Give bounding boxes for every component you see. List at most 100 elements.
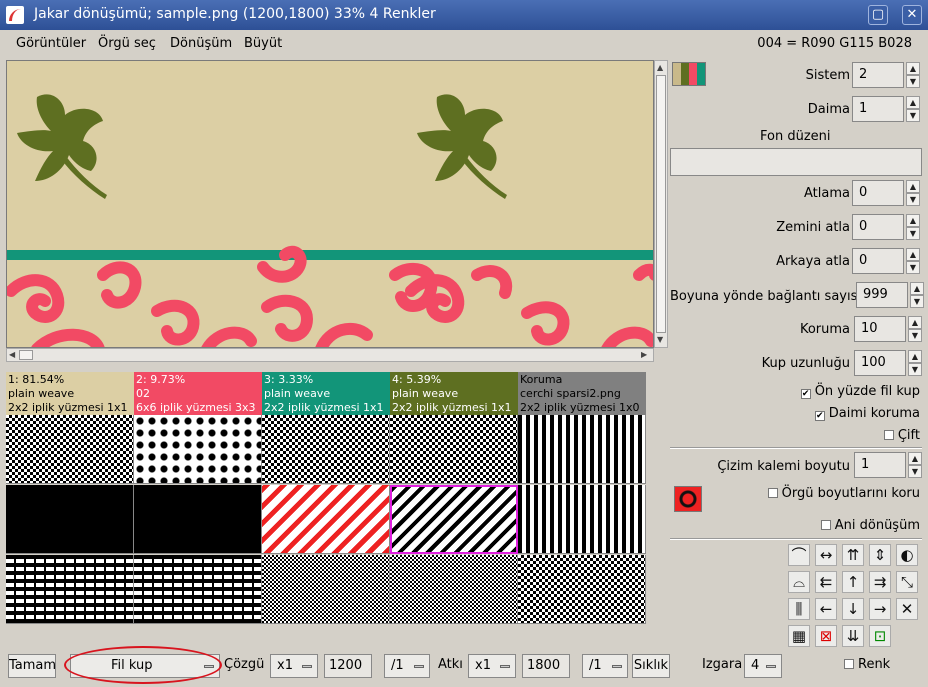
menu-orgu-sec[interactable]: Örgü seç: [98, 36, 156, 51]
weave-pattern-cell[interactable]: [6, 415, 134, 484]
weave-column-header[interactable]: Koruma cerchi sparsi2.png 2x2 iplik yüzm…: [518, 372, 646, 415]
menu-goruntuler[interactable]: Görüntüler: [16, 36, 86, 51]
spin-up-icon[interactable]: ▲: [910, 282, 924, 295]
atki-div-dropdown[interactable]: /1: [582, 654, 628, 678]
spin-down-icon[interactable]: ▼: [908, 465, 922, 478]
weave-pattern-cell[interactable]: [390, 485, 518, 554]
spin-down-icon[interactable]: ▼: [906, 109, 920, 122]
weave-pattern-cell[interactable]: [134, 485, 262, 554]
weave-column-header[interactable]: 4: 5.39% plain weave 2x2 iplik yüzmesi 1…: [390, 372, 518, 415]
cift-checkbox[interactable]: Çift: [883, 428, 920, 443]
red-cursor-icon[interactable]: ⊠: [815, 625, 837, 647]
expand-vertical-icon[interactable]: ⇕: [869, 544, 891, 566]
izgara-dropdown[interactable]: 4: [744, 654, 782, 678]
weave-pattern-cell[interactable]: [262, 415, 390, 484]
koruma-field[interactable]: 10: [854, 316, 906, 342]
spin-down-icon[interactable]: ▼: [908, 329, 922, 342]
checkbox-icon[interactable]: [767, 488, 778, 498]
down-arrow-icon[interactable]: ↓: [842, 598, 864, 620]
double-up-icon[interactable]: ⇈: [842, 544, 864, 566]
weave-column-header[interactable]: 2: 9.73% 02 6x6 iplik yüzmesi 3x3: [134, 372, 262, 415]
atki-mult-dropdown[interactable]: x1: [468, 654, 516, 678]
grid-icon[interactable]: ▦: [788, 625, 810, 647]
spin-up-icon[interactable]: ▲: [906, 214, 920, 227]
cizim-kalemi-field[interactable]: 1: [854, 452, 906, 478]
weave-pattern-cell[interactable]: [518, 555, 646, 624]
atki-field[interactable]: 1800: [522, 654, 570, 678]
checkbox-icon[interactable]: [844, 659, 854, 669]
fon-duzeni-field[interactable]: [670, 148, 922, 176]
kup-uzunlugu-field[interactable]: 100: [854, 350, 906, 376]
checkbox-checked-icon[interactable]: ✔: [814, 411, 825, 421]
scroll-thumb[interactable]: [19, 350, 33, 360]
spin-down-icon[interactable]: ▼: [906, 227, 920, 240]
orgu-boyut-checkbox[interactable]: Örgü boyutlarını koru: [767, 486, 920, 501]
checkbox-checked-icon[interactable]: ✔: [800, 389, 811, 399]
green-cursor-icon[interactable]: ⊡: [869, 625, 891, 647]
spin-up-icon[interactable]: ▲: [906, 62, 920, 75]
stairs-up-icon[interactable]: ⌒: [788, 544, 810, 566]
sistem-field[interactable]: 2: [852, 62, 904, 88]
cozgu-mult-dropdown[interactable]: x1: [270, 654, 318, 678]
half-circle-icon[interactable]: ◐: [896, 544, 918, 566]
scroll-up-icon[interactable]: ▲: [657, 63, 663, 72]
spin-down-icon[interactable]: ▼: [908, 363, 922, 376]
double-left-icon[interactable]: ⇇: [815, 571, 837, 593]
spin-up-icon[interactable]: ▲: [906, 180, 920, 193]
image-horizontal-scrollbar[interactable]: ◀ ▶: [6, 348, 654, 362]
daima-field[interactable]: 1: [852, 96, 904, 122]
menu-buyut[interactable]: Büyüt: [244, 36, 282, 51]
arkaya-atla-field[interactable]: 0: [852, 248, 904, 274]
scroll-right-icon[interactable]: ▶: [641, 350, 647, 359]
weave-pattern-cell[interactable]: [518, 485, 646, 554]
menu-donusum[interactable]: Dönüşüm: [170, 36, 232, 51]
spin-up-icon[interactable]: ▲: [908, 316, 922, 329]
weave-pattern-cell[interactable]: [390, 415, 518, 484]
scroll-thumb[interactable]: [656, 75, 666, 333]
right-arrow-icon[interactable]: →: [869, 598, 891, 620]
checkbox-icon[interactable]: [883, 430, 894, 440]
cross-icon[interactable]: ✕: [896, 598, 918, 620]
scroll-left-icon[interactable]: ◀: [9, 350, 15, 359]
scroll-down-icon[interactable]: ▼: [657, 335, 663, 344]
spin-down-icon[interactable]: ▼: [906, 261, 920, 274]
stairs-down-icon[interactable]: ⌓: [788, 571, 810, 593]
image-vertical-scrollbar[interactable]: ▲ ▼: [654, 60, 668, 348]
weave-column-header[interactable]: 1: 81.54% plain weave 2x2 iplik yüzmesi …: [6, 372, 134, 415]
daimi-koruma-checkbox[interactable]: ✔ Daimi koruma: [814, 406, 920, 421]
tamam-button[interactable]: Tamam: [8, 654, 56, 678]
jacquard-image[interactable]: [6, 60, 654, 348]
weave-pattern-cell[interactable]: [518, 415, 646, 484]
spin-up-icon[interactable]: ▲: [906, 248, 920, 261]
close-button[interactable]: ✕: [902, 5, 922, 25]
weave-pattern-cell[interactable]: [6, 485, 134, 554]
bars-icon[interactable]: ⫼: [788, 598, 810, 620]
pen-pattern-icon[interactable]: [674, 486, 702, 512]
spin-up-icon[interactable]: ▲: [906, 96, 920, 109]
left-arrow-icon[interactable]: ←: [815, 598, 837, 620]
spin-down-icon[interactable]: ▼: [906, 75, 920, 88]
up-arrow-icon[interactable]: ↑: [842, 571, 864, 593]
atlama-field[interactable]: 0: [852, 180, 904, 206]
checkbox-icon[interactable]: [820, 520, 831, 530]
weave-pattern-cell[interactable]: [134, 555, 262, 624]
renk-checkbox[interactable]: Renk: [844, 657, 890, 672]
zemini-atla-field[interactable]: 0: [852, 214, 904, 240]
on-yuzde-checkbox[interactable]: ✔ Ön yüzde fil kup: [800, 384, 920, 399]
double-right-icon[interactable]: ⇉: [869, 571, 891, 593]
spin-up-icon[interactable]: ▲: [908, 350, 922, 363]
diagonal-arrows-icon[interactable]: ⤡: [896, 571, 918, 593]
spin-up-icon[interactable]: ▲: [908, 452, 922, 465]
weave-pattern-cell[interactable]: [134, 415, 262, 484]
ani-donusum-checkbox[interactable]: Ani dönüşüm: [820, 518, 920, 533]
weave-pattern-cell[interactable]: [262, 555, 390, 624]
weave-pattern-cell[interactable]: [6, 555, 134, 624]
siklik-button[interactable]: Sıklık: [632, 654, 670, 678]
spin-down-icon[interactable]: ▼: [906, 193, 920, 206]
weave-pattern-cell[interactable]: [390, 555, 518, 624]
double-down-icon[interactable]: ⇊: [842, 625, 864, 647]
weave-column-header[interactable]: 3: 3.33% plain weave 2x2 iplik yüzmesi 1…: [262, 372, 390, 415]
expand-horizontal-icon[interactable]: ↔: [815, 544, 837, 566]
cozgu-field[interactable]: 1200: [324, 654, 372, 678]
maximize-button[interactable]: ▢: [868, 5, 888, 25]
